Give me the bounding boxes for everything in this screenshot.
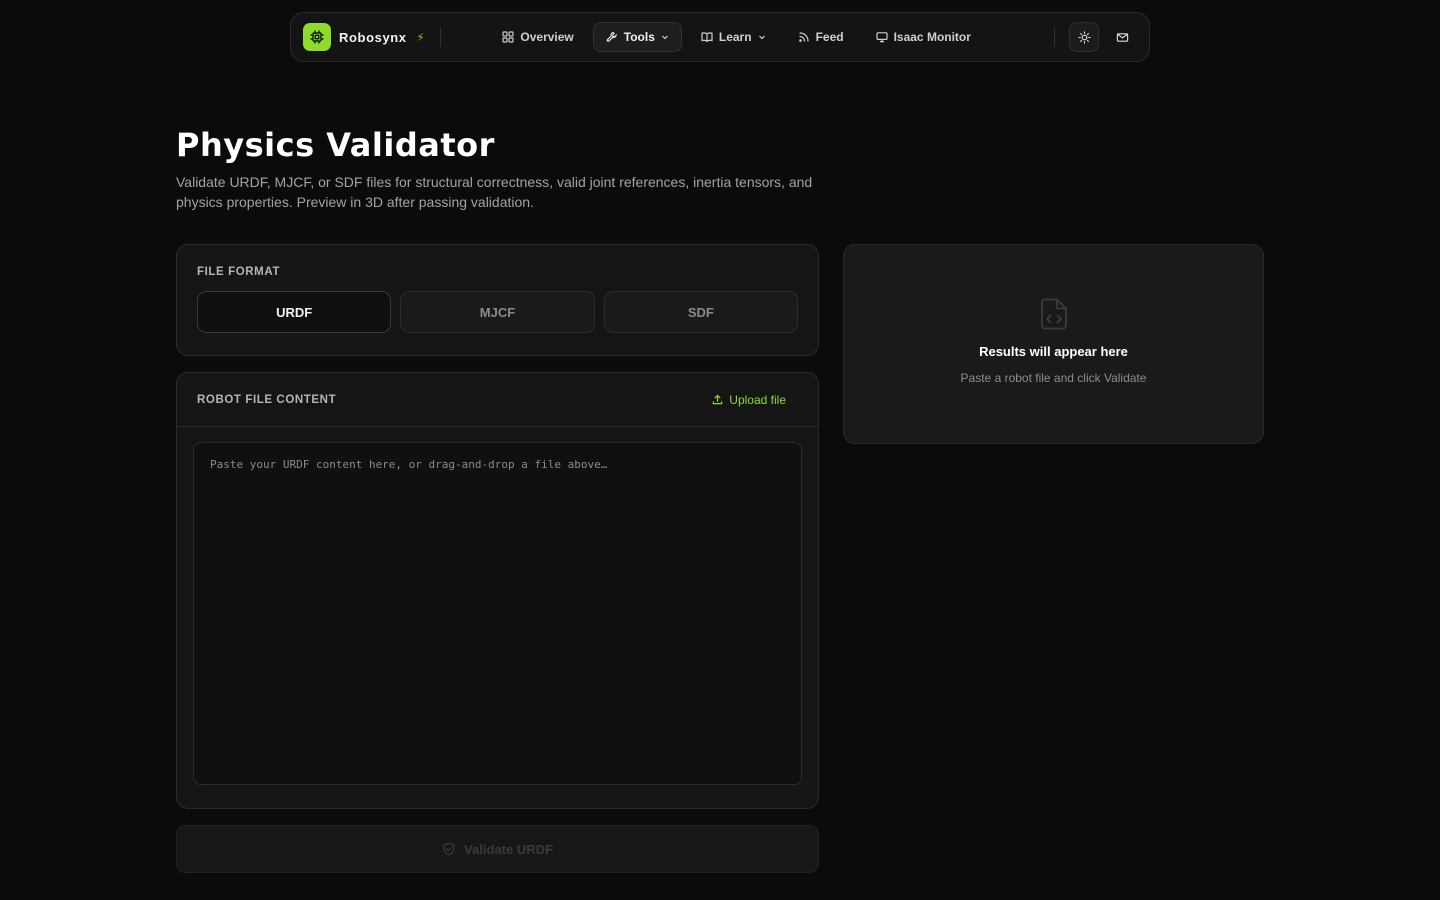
results-title: Results will appear here [979,344,1128,359]
nav-item-label: Isaac Monitor [893,30,971,44]
content-panel-header: ROBOT FILE CONTENT Upload file [177,373,818,427]
wrench-icon [606,31,617,42]
page-description: Validate URDF, MJCF, or SDF files for st… [176,174,813,210]
nav-links: Overview Tools Learn Feed Isaac Monitor [489,22,984,52]
format-option-mjcf[interactable]: MJCF [400,291,595,333]
grid-icon [502,31,514,43]
nav-item-label: Overview [520,30,574,44]
chevron-down-icon [661,35,668,40]
robot-file-content-label: ROBOT FILE CONTENT [197,393,337,406]
robot-file-content-panel: ROBOT FILE CONTENT Upload file [176,372,819,809]
nav-divider [1054,27,1055,47]
chip-logo-icon [303,23,331,51]
format-option-urdf[interactable]: URDF [197,291,392,333]
nav-item-isaac-monitor[interactable]: Isaac Monitor [863,22,984,52]
validate-button-label: Validate URDF [464,841,553,857]
validate-button[interactable]: Validate URDF [176,825,819,873]
nav-item-tools[interactable]: Tools [592,22,682,52]
file-format-panel: FILE FORMAT URDF MJCF SDF [176,244,819,356]
format-option-sdf[interactable]: SDF [603,291,798,333]
upload-file-button[interactable]: Upload file [712,393,786,407]
results-panel: Results will appear here Paste a robot f… [843,244,1264,444]
shield-check-icon [443,842,455,856]
nav-item-overview[interactable]: Overview [489,22,586,52]
brand-name: Robosynx [339,29,407,45]
rss-icon [798,32,809,42]
bolt-icon: ⚡ [416,31,425,44]
top-nav: Robosynx ⚡ Overview Tools Learn Feed Isa… [290,12,1150,62]
results-subtitle: Paste a robot file and click Validate [960,371,1147,385]
format-selector: URDF MJCF SDF [197,291,798,333]
theme-toggle-button[interactable] [1069,22,1099,52]
chevron-down-icon [758,35,765,40]
nav-item-label: Tools [623,30,655,44]
upload-file-label: Upload file [729,392,786,407]
nav-divider [440,27,442,47]
nav-item-feed[interactable]: Feed [785,22,857,52]
robot-file-editor[interactable] [193,442,802,785]
monitor-icon [875,32,888,43]
contact-button[interactable] [1107,22,1137,52]
nav-item-label: Learn [718,30,752,44]
sun-icon [1077,30,1091,44]
file-code-icon [1040,298,1067,330]
page-title: Physics Validator [176,126,495,164]
nav-item-label: Feed [815,30,844,44]
nav-actions [1054,22,1137,52]
upload-icon [713,394,723,405]
book-icon [701,32,713,43]
file-format-label: FILE FORMAT [197,266,281,278]
mail-icon [1116,32,1128,42]
nav-item-learn[interactable]: Learn [688,22,779,52]
brand[interactable]: Robosynx ⚡ [303,23,424,51]
